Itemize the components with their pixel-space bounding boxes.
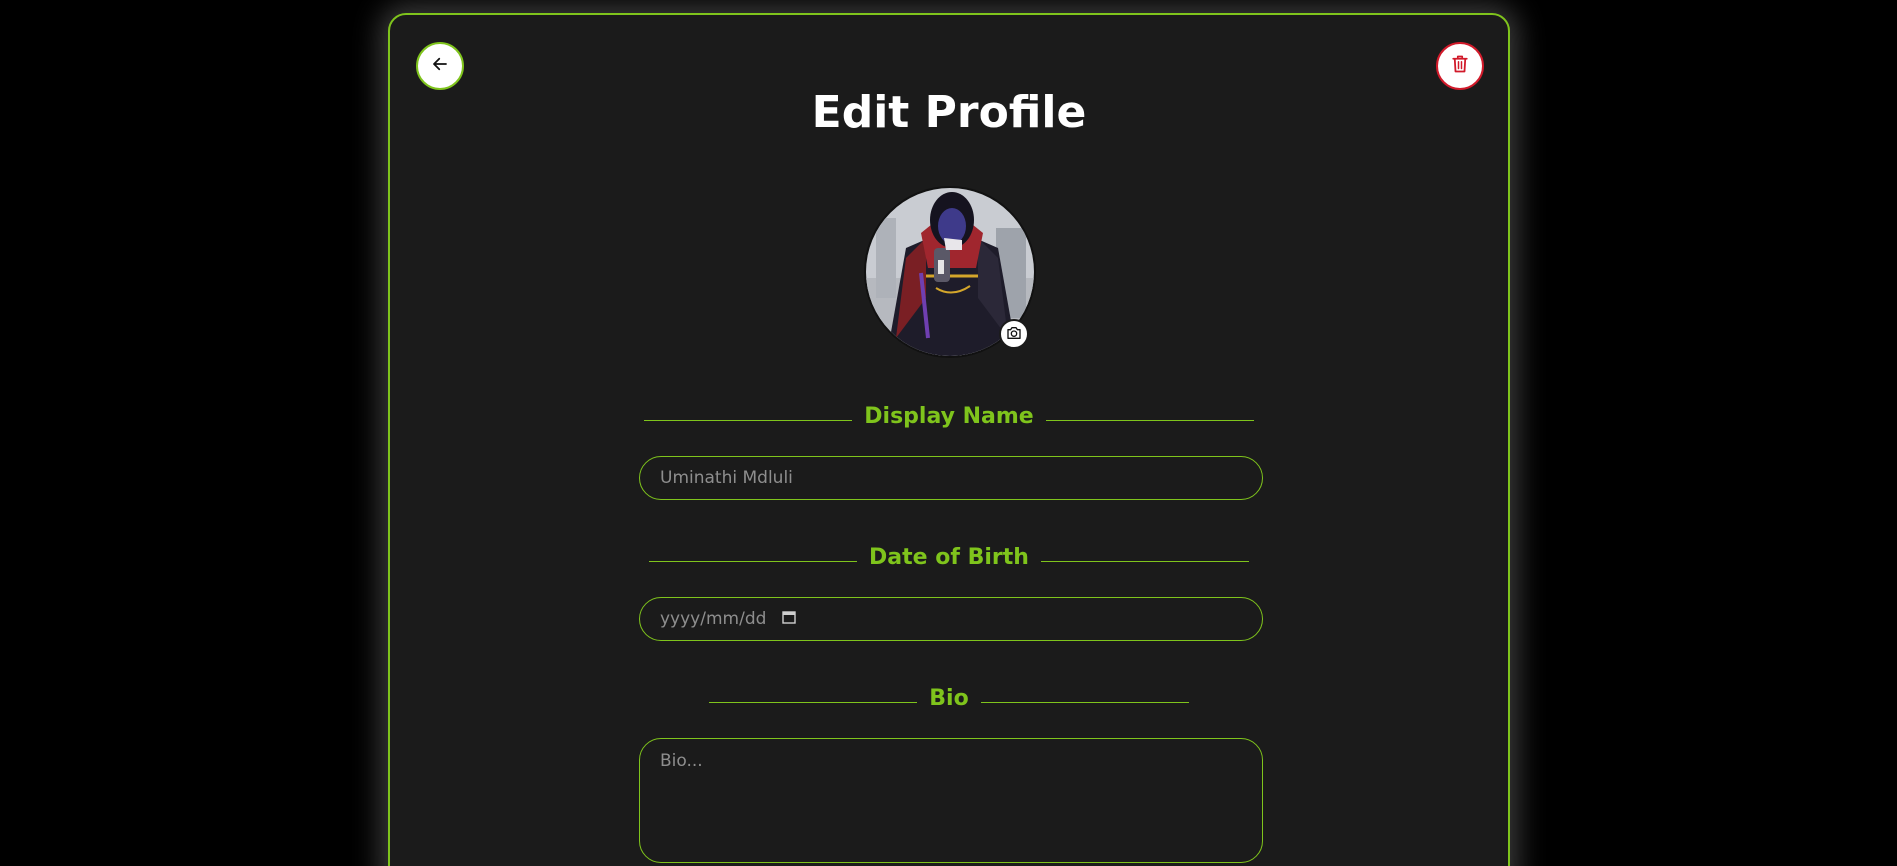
display-name-label: Display Name bbox=[864, 404, 1034, 429]
trash-icon bbox=[1451, 54, 1469, 78]
bio-textarea[interactable]: Bio... bbox=[639, 738, 1263, 863]
page-title: Edit Profile bbox=[811, 87, 1087, 138]
divider bbox=[980, 702, 1189, 703]
divider bbox=[709, 702, 918, 703]
camera-icon bbox=[1006, 325, 1022, 344]
divider bbox=[649, 561, 858, 562]
edit-profile-card: Edit Profile Display Name Uminathi Mdlul… bbox=[388, 13, 1510, 866]
display-name-heading: Display Name bbox=[390, 404, 1508, 429]
change-photo-button[interactable] bbox=[999, 319, 1029, 349]
dob-placeholder: yyyy/mm/dd bbox=[660, 609, 767, 629]
bio-heading: Bio bbox=[390, 686, 1508, 711]
display-name-input[interactable]: Uminathi Mdluli bbox=[639, 456, 1263, 500]
back-button[interactable] bbox=[416, 42, 464, 90]
arrow-left-icon bbox=[431, 55, 449, 77]
dob-label: Date of Birth bbox=[869, 545, 1029, 570]
page: Edit Profile Display Name Uminathi Mdlul… bbox=[0, 0, 1897, 866]
display-name-placeholder: Uminathi Mdluli bbox=[660, 468, 793, 488]
bio-label: Bio bbox=[929, 686, 969, 711]
bio-placeholder: Bio... bbox=[660, 751, 703, 771]
dob-input[interactable]: yyyy/mm/dd bbox=[639, 597, 1263, 641]
delete-profile-button[interactable] bbox=[1436, 42, 1484, 90]
calendar-icon[interactable] bbox=[782, 609, 797, 629]
dob-heading: Date of Birth bbox=[390, 545, 1508, 570]
divider bbox=[1040, 561, 1249, 562]
divider bbox=[644, 420, 853, 421]
divider bbox=[1045, 420, 1254, 421]
